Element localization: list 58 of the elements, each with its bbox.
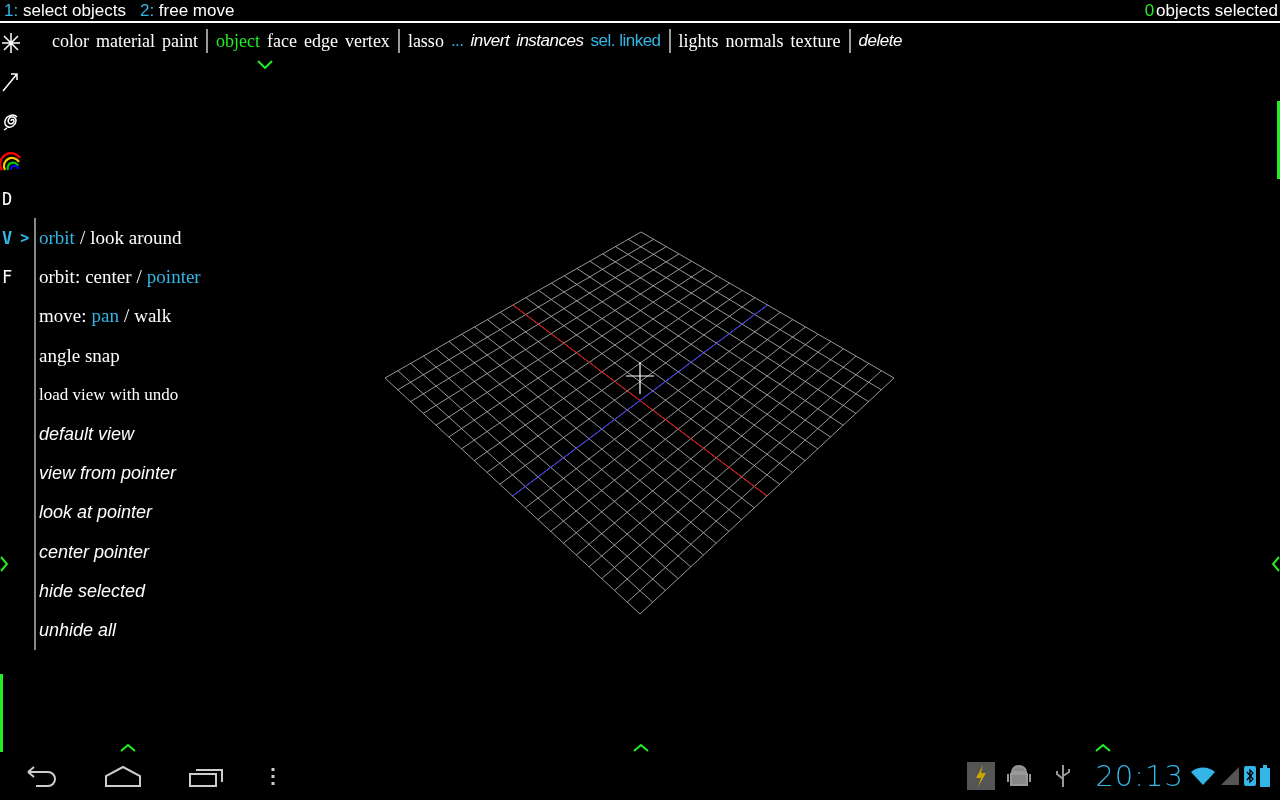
menu-item[interactable]: view from pointer [39, 462, 177, 484]
crosshair-icon [625, 361, 655, 395]
toolbar-item[interactable]: face [266, 30, 297, 52]
chevron-down-icon[interactable] [257, 60, 273, 69]
toolbar-item[interactable]: vertex [344, 30, 390, 52]
toolbar-item[interactable]: delete [858, 31, 902, 51]
chevron-up-icon[interactable] [633, 744, 649, 752]
toolbar-item[interactable]: color [52, 30, 89, 52]
chevron-up-icon[interactable] [1095, 744, 1111, 752]
toolbar-item[interactable]: lights [678, 30, 719, 52]
menu-icon[interactable] [270, 766, 276, 786]
chevron-up-icon[interactable] [120, 744, 136, 752]
mode-letter[interactable]: V [0, 227, 13, 248]
mode-letter[interactable]: D [0, 188, 13, 209]
menu-label: orbit: [39, 265, 81, 288]
toolbar-item[interactable]: edge [303, 30, 338, 52]
toolbar-item[interactable]: normals [725, 30, 784, 52]
chevron-left-icon[interactable] [1272, 556, 1280, 572]
toolbar-item[interactable]: material [96, 30, 155, 52]
menu-option[interactable]: pan [91, 305, 119, 328]
toolbar-item[interactable]: lasso [407, 30, 444, 52]
toolbar-item[interactable]: paint [161, 30, 198, 52]
toolbar-item[interactable]: sel. linked [590, 31, 661, 51]
menu-item[interactable]: center pointer [39, 541, 150, 563]
toolbar-item[interactable]: texture [790, 30, 841, 52]
menu-option[interactable]: walk [134, 305, 172, 328]
menu-option[interactable]: pointer [146, 265, 201, 288]
star-icon[interactable] [0, 30, 22, 55]
mode-letter[interactable]: F [0, 266, 13, 287]
menu-item[interactable]: default view [39, 423, 135, 445]
menu-option[interactable]: center [85, 265, 132, 288]
bluetooth-icon [1244, 766, 1256, 786]
separator-text: / [136, 265, 142, 288]
toolbar-item[interactable]: ... [450, 31, 464, 51]
chevron-right-icon[interactable] [0, 556, 8, 572]
menu-item[interactable]: look at pointer [39, 502, 153, 524]
separator-text: / [123, 305, 130, 328]
toolbar-item[interactable]: instances [516, 31, 584, 51]
shortcut-hint: 2: free move [139, 0, 235, 21]
pointer-text: > [20, 228, 30, 247]
menu-item[interactable]: load view with undo [39, 384, 179, 405]
toolbar-item[interactable]: invert [470, 31, 510, 51]
menu-item[interactable]: angle snap [39, 344, 120, 367]
clock-text: 20:13 [1095, 759, 1184, 793]
separator-text: / [79, 226, 86, 249]
lightning-notification-icon[interactable] [967, 762, 996, 790]
selection-count: 0objects selected [1144, 0, 1278, 21]
wifi-icon [1190, 766, 1216, 786]
home-button[interactable] [104, 764, 142, 788]
menu-label: move: [39, 305, 87, 328]
menu-option[interactable]: look around [90, 226, 182, 249]
menu-item[interactable]: hide selected [39, 580, 146, 602]
menu-option[interactable]: orbit [39, 226, 75, 249]
battery-icon [1260, 765, 1270, 787]
menu-item[interactable]: unhide all [39, 620, 117, 642]
signal-icon [1220, 766, 1240, 786]
shortcut-hint: 1: select objects [4, 0, 126, 21]
toolbar-item[interactable]: object [215, 30, 260, 52]
